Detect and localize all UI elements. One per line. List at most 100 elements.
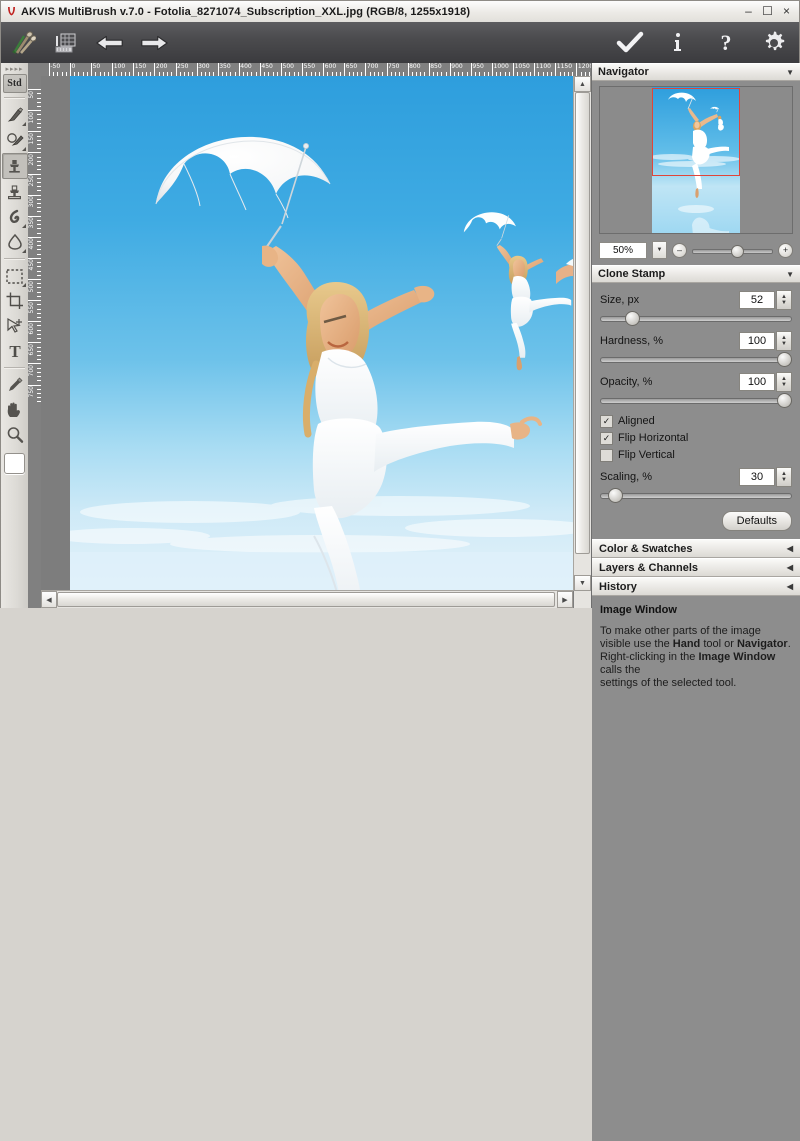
ruler-label: 650 [345,63,358,70]
image-window[interactable]: -50 0 50 100 150 200 250 300 350 400 450 500 550 600 6… [28,63,591,608]
ruler-label: 850 [430,63,442,70]
checkbox-row-flip-horizontal[interactable]: ✓ Flip Horizontal [600,430,792,446]
chevron-down-icon[interactable]: ▼ [786,68,794,77]
preferences-gear-icon[interactable] [759,28,789,58]
vertical-scroll-thumb[interactable] [575,92,590,554]
minimize-button[interactable]: – [740,3,757,18]
settings-preset-icon[interactable] [51,28,81,58]
back-arrow-icon[interactable] [95,28,125,58]
forward-arrow-icon[interactable] [139,28,169,58]
hardness-stepper[interactable]: ▲ ▼ [776,330,792,351]
ruler-label: 700 [28,364,35,377]
checkbox-row-aligned[interactable]: ✓ Aligned [600,413,792,429]
size-stepper[interactable]: ▲ ▼ [776,289,792,310]
close-button[interactable]: × [778,3,795,18]
tool-blur[interactable] [3,230,27,254]
navigator-thumbnail[interactable] [599,86,793,234]
title-bar: AKVIS MultiBrush v.7.0 - Fotolia_8271074… [1,1,799,23]
zoom-in-button[interactable]: + [778,242,793,258]
chevron-down-icon[interactable]: ▼ [786,270,794,279]
opacity-slider[interactable] [600,393,792,408]
scroll-up-button[interactable]: ▲ [574,76,591,92]
zoom-slider-thumb[interactable] [730,245,744,258]
scroll-down-button[interactable]: ▼ [574,575,591,591]
palette-grip-icon[interactable]: ▸▸▸▸ [1,63,28,74]
hardness-slider-track [600,357,792,363]
std-mode-button[interactable]: Std [2,74,27,93]
opacity-input[interactable]: 100 [739,372,775,391]
opacity-stepper[interactable]: ▲ ▼ [776,371,792,392]
scaling-slider-thumb[interactable] [607,488,623,503]
canvas-vertical-scrollbar[interactable]: ▲ ▼ [573,76,591,591]
palette-divider-1 [4,97,25,99]
zoom-value-input[interactable]: 50% [599,241,647,259]
canvas-viewport[interactable] [41,76,573,591]
opacity-slider-thumb[interactable] [777,393,792,408]
clone-stamp-panel-header[interactable]: Clone Stamp ▼ [592,265,800,283]
zoom-slider[interactable] [692,243,773,258]
checkbox-row-flip-vertical[interactable]: Flip Vertical [600,447,792,463]
image-canvas[interactable] [70,76,573,591]
color-swatches-panel-header[interactable]: Color & Swatches ◀ [592,539,800,558]
akvis-logo-icon [1,1,21,22]
tool-crop[interactable] [3,289,27,313]
tool-text[interactable]: T [3,339,27,363]
tool-hand[interactable] [3,398,27,422]
zoom-out-button[interactable]: – [672,242,687,258]
maximize-button[interactable]: ☐ [759,3,776,18]
size-slider-thumb[interactable] [624,311,640,326]
horizontal-scroll-thumb[interactable] [57,592,555,607]
help-question-icon[interactable]: ? [711,28,741,58]
scaling-input[interactable]: 30 [739,467,775,486]
tool-selection[interactable] [3,264,27,288]
chevron-left-icon[interactable]: ◀ [787,544,793,553]
navigator-image-preview [652,87,740,233]
tool-transform[interactable] [3,314,27,338]
scroll-right-button[interactable]: ▶ [557,591,573,608]
ruler-label: 50 [28,90,35,99]
tool-stamp[interactable] [3,180,27,204]
hardness-slider-thumb[interactable] [777,352,792,367]
defaults-button[interactable]: Defaults [721,511,792,531]
hint-hand-keyword: Hand [672,638,701,650]
scaling-slider-track [600,493,792,499]
size-field-group: 52 ▲ ▼ [739,289,792,310]
foreground-color-swatch[interactable] [4,453,25,474]
tool-chameleon-brush[interactable] [3,128,27,152]
layers-channels-title: Layers & Channels [599,561,699,574]
navigator-panel-header[interactable]: Navigator ▼ [592,63,800,81]
ruler-label: 300 [28,196,35,208]
ruler-major-tick [28,279,41,280]
tool-eyedropper[interactable] [3,373,27,397]
tool-brush[interactable] [3,103,27,127]
flip-horizontal-checkbox[interactable]: ✓ [600,431,613,445]
tool-clone-stamp[interactable] [1,153,28,179]
tool-smudge[interactable] [3,205,27,229]
ruler-label: 550 [28,301,35,314]
ruler-label: 650 [28,343,35,356]
size-slider[interactable] [600,311,792,326]
history-panel-header[interactable]: History ◀ [592,577,800,596]
chevron-left-icon[interactable]: ◀ [787,563,793,572]
hint-line3: settings of the selected tool. [600,677,737,689]
size-input[interactable]: 52 [739,290,775,309]
ruler-label: 250 [28,175,35,187]
info-icon[interactable] [663,28,693,58]
apply-checkmark-icon[interactable] [615,28,645,58]
scaling-slider[interactable] [600,488,792,503]
flip-vertical-checkbox[interactable] [600,448,613,462]
hardness-input[interactable]: 100 [739,331,775,350]
scroll-left-button[interactable]: ◀ [41,591,57,608]
chevron-left-icon[interactable]: ◀ [787,582,793,591]
hardness-slider[interactable] [600,352,792,367]
ruler-label: 1100 [535,63,551,70]
zoom-dropdown-icon[interactable]: ▼ [652,241,667,259]
ruler-label: 350 [28,217,35,229]
canvas-horizontal-scrollbar[interactable]: ◀ ▶ [41,590,573,608]
brushes-tool-icon[interactable] [7,28,37,58]
window-title: AKVIS MultiBrush v.7.0 - Fotolia_8271074… [21,5,471,18]
tool-zoom[interactable] [3,423,27,447]
layers-channels-panel-header[interactable]: Layers & Channels ◀ [592,558,800,577]
aligned-checkbox[interactable]: ✓ [600,414,613,428]
scaling-stepper[interactable]: ▲ ▼ [776,466,792,487]
